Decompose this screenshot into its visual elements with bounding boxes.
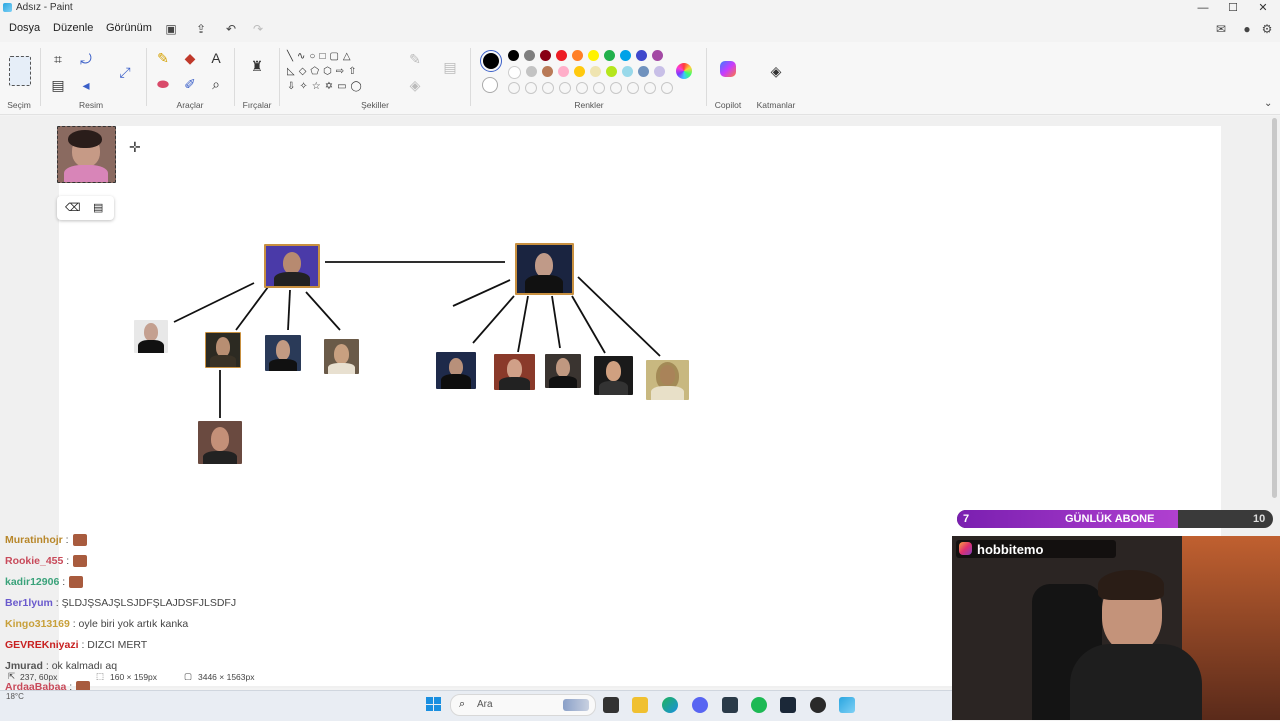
- chat-username[interactable]: GEVREKniyazi: [5, 639, 79, 651]
- streamer-body: [1070, 644, 1202, 720]
- generative-erase-icon[interactable]: ▤: [93, 201, 103, 214]
- weather-widget[interactable]: 18°C: [6, 692, 24, 701]
- terminal-icon[interactable]: [722, 697, 738, 713]
- tree-photo[interactable]: [205, 332, 241, 368]
- chat-text: : ŞLDJŞSAJŞLSJDFŞLAJDSFJLSDFJ: [52, 597, 237, 609]
- tree-line: [452, 279, 511, 307]
- sub-goal-target: 10: [1253, 513, 1266, 525]
- tree-line: [472, 295, 515, 344]
- chat-username[interactable]: Rookie_455: [5, 555, 63, 567]
- instagram-handle: hobbitemo: [977, 542, 1044, 557]
- tree-line: [551, 295, 561, 349]
- chat-username[interactable]: Muratinhojr: [5, 534, 63, 546]
- tree-photo-root-right[interactable]: [515, 243, 574, 295]
- crosshair-cursor: ✛: [129, 139, 141, 155]
- sub-goal-bar: 7 GÜNLÜK ABONE 10: [957, 510, 1273, 528]
- status-bar: ⇱ 237, 60px ⬚ 160 × 159px ▢ 3446 × 1563p…: [0, 669, 950, 685]
- tree-line: [287, 289, 291, 331]
- spotify-icon[interactable]: [751, 697, 767, 713]
- chat-message: Kingo313169 : oyle biri yok artık kanka: [5, 618, 188, 630]
- search-highlight-icon: [563, 699, 589, 711]
- tree-line: [517, 295, 529, 353]
- chat-message: Rookie_455 :: [5, 555, 88, 568]
- sub-goal-label: GÜNLÜK ABONE: [1065, 513, 1155, 525]
- tree-photo[interactable]: [594, 356, 633, 395]
- tree-photo[interactable]: [134, 320, 168, 353]
- cursor-position: 237, 60px: [20, 672, 58, 682]
- chat-emote-icon: [69, 576, 84, 589]
- tree-photo-root-left[interactable]: [264, 244, 320, 288]
- canvas-size-icon: ▢: [184, 671, 193, 681]
- cursor-icon: ⇱: [8, 671, 16, 681]
- search-icon: ⌕: [459, 698, 466, 710]
- chat-text: :: [59, 576, 66, 588]
- search-placeholder: Ara: [477, 699, 493, 710]
- discord-icon[interactable]: [692, 697, 708, 713]
- task-view-icon[interactable]: [603, 697, 619, 713]
- taskbar-search[interactable]: ⌕ Ara: [450, 694, 596, 716]
- sub-count: 7: [963, 513, 970, 525]
- obs-icon[interactable]: [810, 697, 826, 713]
- selected-photo[interactable]: [57, 126, 116, 183]
- tree-photo[interactable]: [265, 335, 301, 371]
- chat-emote-icon: [73, 555, 88, 568]
- chat-text: :: [63, 555, 70, 567]
- paint-taskbar-icon[interactable]: [839, 697, 855, 713]
- tree-photo[interactable]: [198, 421, 242, 464]
- chat-username[interactable]: Kingo313169: [5, 618, 70, 630]
- tree-photo[interactable]: [436, 352, 476, 389]
- streamer-hair: [1098, 570, 1164, 600]
- tree-line: [577, 276, 661, 357]
- chat-message: Muratinhojr :: [5, 534, 87, 547]
- chat-message: Ber1lyum : ŞLDJŞSAJŞLSJDFŞLAJDSFJLSDFJ: [5, 597, 236, 609]
- webcam-overlay: hobbitemo: [952, 536, 1280, 720]
- selection-size-icon: ⬚: [96, 671, 105, 681]
- windows-start-icon[interactable]: [426, 697, 441, 711]
- tree-photo[interactable]: [545, 354, 581, 388]
- chat-username[interactable]: kadir12906: [5, 576, 59, 588]
- remove-background-icon[interactable]: ⌫: [65, 201, 81, 214]
- chat-text: : DIZCI MERT: [78, 639, 148, 651]
- tree-photo[interactable]: [494, 354, 535, 390]
- chat-emote-icon: [72, 534, 87, 547]
- tree-photo[interactable]: [646, 360, 689, 400]
- instagram-icon: [959, 542, 972, 555]
- tree-line: [235, 286, 269, 331]
- chat-text: : oyle biri yok artık kanka: [69, 618, 189, 630]
- tree-line: [571, 295, 606, 354]
- tree-line: [173, 282, 255, 323]
- chat-message: kadir12906 :: [5, 576, 84, 589]
- canvas-size: 3446 × 1563px: [198, 672, 255, 682]
- file-explorer-icon[interactable]: [632, 697, 648, 713]
- chat-text: :: [62, 534, 69, 546]
- tree-photo[interactable]: [324, 339, 359, 374]
- instagram-label: hobbitemo: [956, 540, 1116, 558]
- edge-icon[interactable]: [662, 697, 678, 713]
- selection-toolbar: ⌫ ▤: [57, 196, 114, 220]
- tree-line: [305, 291, 341, 331]
- chat-username[interactable]: Ber1lyum: [5, 597, 53, 609]
- steam-icon[interactable]: [780, 697, 796, 713]
- chat-message: GEVREKniyazi : DIZCI MERT: [5, 639, 147, 651]
- selection-size: 160 × 159px: [110, 672, 158, 682]
